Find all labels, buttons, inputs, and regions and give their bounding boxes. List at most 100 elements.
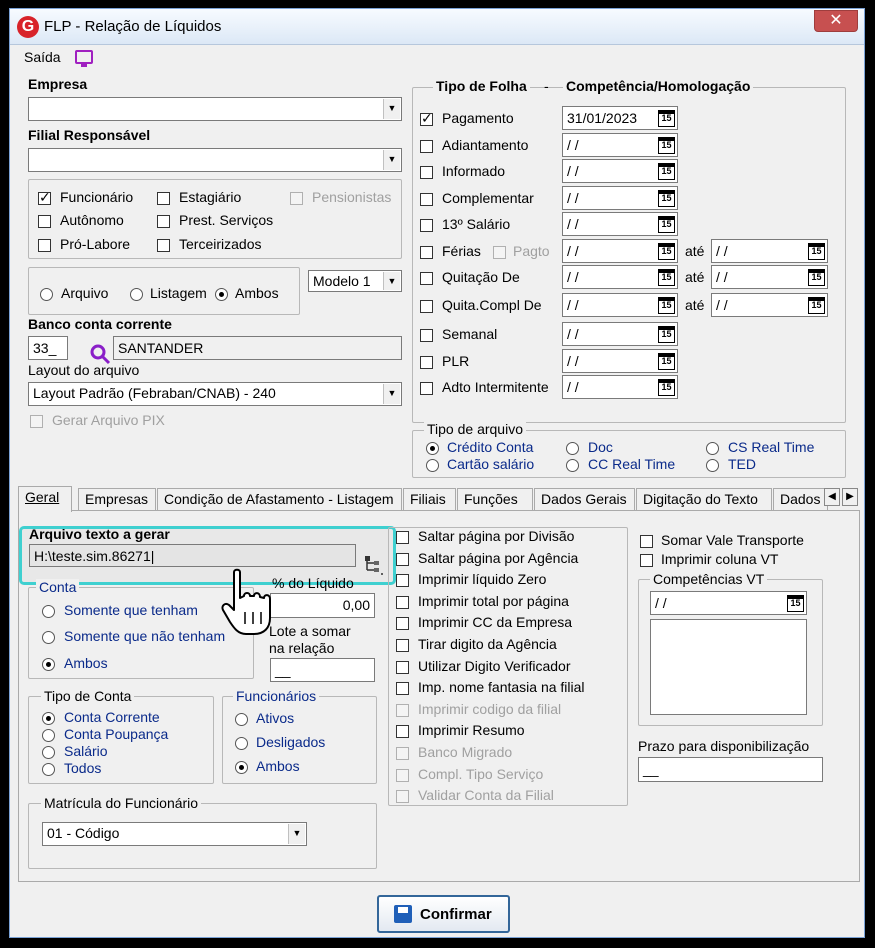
comp-vt-list[interactable]	[650, 619, 807, 715]
monitor-icon[interactable]	[75, 50, 93, 67]
checkbox-autonomo[interactable]	[38, 215, 51, 228]
radio-desligados[interactable]	[235, 737, 248, 750]
perc-liquido-input[interactable]: 0,00	[270, 593, 375, 618]
checkbox-opcao-3[interactable]	[396, 595, 409, 609]
checkbox-pro-labore[interactable]	[38, 239, 51, 252]
radio-salario[interactable]	[42, 746, 55, 759]
radio-cartao-salario[interactable]	[426, 459, 439, 472]
folha-9-date-input[interactable]: / / 15	[562, 349, 678, 373]
calendar-icon[interactable]: 15	[658, 163, 675, 180]
checkbox-opcao-5[interactable]	[396, 639, 409, 652]
checkbox-opcao-7[interactable]	[396, 682, 409, 696]
radio-ted[interactable]	[706, 459, 719, 472]
menu-item-saida[interactable]: Saída	[24, 49, 61, 65]
folha-2-date-input[interactable]: / / 15	[562, 159, 678, 183]
confirmar-button[interactable]: Confirmar	[377, 895, 510, 933]
tab-geral[interactable]: Geral	[18, 486, 72, 512]
radio-conta-poupanca[interactable]	[42, 729, 55, 742]
folha-10-date-input[interactable]: / / 15	[562, 375, 678, 399]
checkbox-folha-9[interactable]	[420, 356, 433, 369]
chevron-down-icon[interactable]: ▼	[383, 272, 400, 290]
calendar-icon[interactable]: 15	[658, 297, 675, 314]
checkbox-opcao-4[interactable]	[396, 617, 409, 631]
folha-3-date-input[interactable]: / / 15	[562, 186, 678, 210]
checkbox-vale-transporte[interactable]	[640, 535, 653, 548]
calendar-icon[interactable]: 15	[658, 269, 675, 286]
checkbox-folha-6[interactable]	[420, 272, 433, 285]
radio-cs-real-time[interactable]	[706, 442, 719, 455]
folha-7-end-date-input[interactable]: / / 15	[711, 293, 828, 317]
folha-1-date-input[interactable]: / / 15	[562, 133, 678, 157]
radio-credito-conta[interactable]	[426, 442, 439, 455]
checkbox-terceirizados[interactable]	[157, 239, 170, 252]
chevron-down-icon[interactable]: ▼	[288, 824, 305, 844]
tab-funcoes[interactable]: Funções	[457, 488, 533, 510]
checkbox-folha-2[interactable]	[420, 166, 433, 179]
folha-4-date-input[interactable]: / / 15	[562, 212, 678, 236]
checkbox-opcao-9[interactable]	[396, 725, 409, 739]
checkbox-folha-7[interactable]	[420, 300, 433, 313]
radio-func-ambos[interactable]	[235, 761, 248, 774]
checkbox-folha-5[interactable]	[420, 246, 433, 259]
radio-arquivo[interactable]	[40, 288, 53, 301]
calendar-icon[interactable]: 15	[658, 353, 675, 370]
checkbox-folha-3[interactable]	[420, 193, 433, 206]
tab-empresas[interactable]: Empresas	[78, 488, 156, 510]
folha-5-date-input[interactable]: / / 15	[562, 239, 678, 263]
checkbox-opcao-1[interactable]	[396, 552, 409, 566]
calendar-icon[interactable]: 15	[808, 297, 825, 314]
checkbox-prest-servicos[interactable]	[157, 215, 170, 228]
banco-code-input[interactable]: 33_	[28, 336, 68, 360]
radio-todos[interactable]	[42, 763, 55, 776]
tab-dados-gerais[interactable]: Dados Gerais	[534, 488, 635, 510]
folha-6-date-input[interactable]: / / 15	[562, 265, 678, 289]
radio-listagem[interactable]	[130, 288, 143, 301]
radio-ambos[interactable]	[215, 288, 228, 301]
arquivo-texto-input[interactable]: H:\teste.sim.86271|	[29, 544, 356, 567]
calendar-icon[interactable]: 15	[658, 243, 675, 260]
close-button[interactable]: ✕	[814, 10, 858, 32]
checkbox-folha-0[interactable]	[420, 110, 433, 127]
checkbox-folha-10[interactable]	[420, 382, 433, 395]
radio-ativos[interactable]	[235, 713, 248, 726]
calendar-icon[interactable]: 15	[658, 216, 675, 233]
tab-scroll-left-icon[interactable]: ◀	[824, 488, 840, 506]
checkbox-opcao-2[interactable]	[396, 574, 409, 588]
folha-8-date-input[interactable]: / / 15	[562, 322, 678, 346]
folha-6-end-date-input[interactable]: / / 15	[711, 265, 828, 289]
calendar-icon[interactable]: 15	[808, 243, 825, 260]
calendar-icon[interactable]: 15	[658, 110, 675, 127]
checkbox-folha-4[interactable]	[420, 219, 433, 232]
tab-filiais[interactable]: Filiais	[403, 488, 456, 510]
calendar-icon[interactable]: 15	[658, 190, 675, 207]
tab-condicao-afastamento[interactable]: Condição de Afastamento - Listagem	[157, 488, 402, 510]
lote-input[interactable]: __	[270, 658, 375, 682]
modelo-select[interactable]: Modelo 1 ▼	[308, 270, 402, 292]
tab-scroll-right-icon[interactable]: ▶	[842, 488, 858, 506]
calendar-icon[interactable]: 15	[787, 595, 804, 612]
checkbox-funcionario[interactable]	[38, 189, 51, 206]
tab-dados[interactable]: Dados	[773, 488, 828, 510]
checkbox-folha-1[interactable]	[420, 140, 433, 153]
chevron-down-icon[interactable]: ▼	[383, 384, 400, 404]
checkbox-folha-8[interactable]	[420, 329, 433, 342]
checkbox-opcao-6[interactable]	[396, 660, 409, 674]
calendar-icon[interactable]: 15	[658, 379, 675, 396]
radio-conta-corrente[interactable]	[42, 712, 55, 725]
checkbox-coluna-vt[interactable]	[640, 554, 653, 567]
radio-somente-tenham[interactable]	[42, 605, 55, 618]
layout-select[interactable]: Layout Padrão (Febraban/CNAB) - 240 ▼	[28, 382, 402, 406]
checkbox-opcao-0[interactable]	[396, 531, 409, 544]
folha-7-date-input[interactable]: / / 15	[562, 293, 678, 317]
radio-somente-nao-tenham[interactable]	[42, 631, 55, 644]
filial-select[interactable]: ▼	[28, 148, 402, 172]
radio-doc[interactable]	[566, 442, 579, 455]
prazo-input[interactable]: __	[638, 757, 823, 782]
calendar-icon[interactable]: 15	[808, 269, 825, 286]
empresa-select[interactable]: ▼	[28, 97, 402, 121]
folha-0-date-input[interactable]: 31/01/2023 15	[562, 106, 678, 130]
comp-vt-date-input[interactable]: / / 15	[650, 591, 807, 615]
folha-5-end-date-input[interactable]: / / 15	[711, 239, 828, 263]
tab-digitacao-texto[interactable]: Digitação do Texto	[636, 488, 772, 510]
chevron-down-icon[interactable]: ▼	[383, 99, 400, 119]
